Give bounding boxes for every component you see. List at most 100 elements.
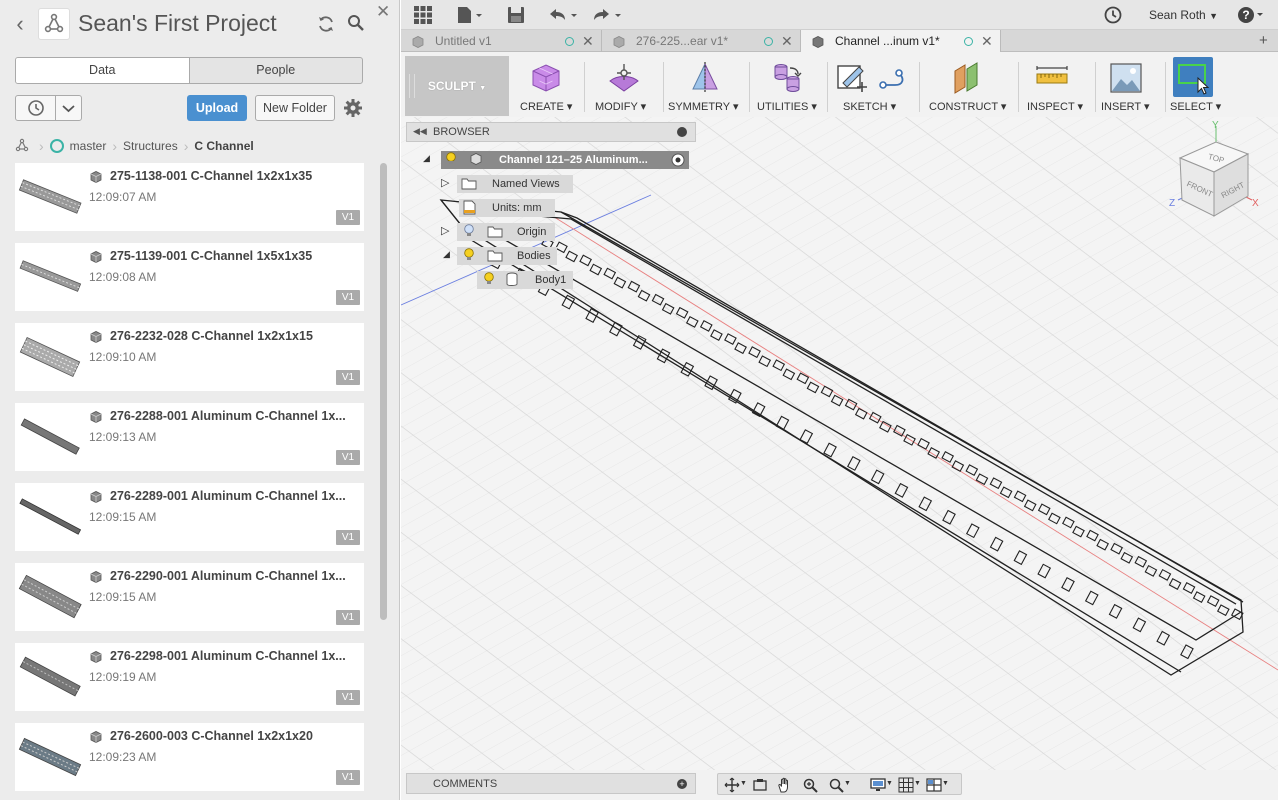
insert-menu[interactable]: INSERT ▾ <box>1099 56 1163 116</box>
breadcrumb-branch[interactable]: master <box>70 139 107 153</box>
list-item[interactable]: 275-1138-001 C-Channel 1x2x1x35 12:09:07… <box>15 163 364 231</box>
list-item[interactable]: 275-1139-001 C-Channel 1x5x1x35 12:09:08… <box>15 243 364 311</box>
version-badge: V1 <box>336 290 360 305</box>
expand-triangle-icon[interactable]: ◢ <box>443 249 450 260</box>
create-menu[interactable]: CREATE ▾ <box>517 56 577 116</box>
look-at-icon[interactable] <box>752 777 768 793</box>
chevron-down-icon[interactable] <box>56 96 81 120</box>
list-item[interactable]: 276-2290-001 Aluminum C-Channel 1x... 12… <box>15 563 364 631</box>
select-menu[interactable]: SELECT ▾ <box>1169 56 1221 116</box>
expand-triangle-icon[interactable]: ◢ <box>423 153 430 164</box>
pan-hand-icon[interactable] <box>776 777 792 793</box>
toolbar-grip[interactable] <box>409 74 415 98</box>
upload-button[interactable]: Upload <box>187 95 247 121</box>
list-item[interactable]: 276-2288-001 Aluminum C-Channel 1x... 12… <box>15 403 364 471</box>
redo-icon[interactable] <box>591 5 625 25</box>
close-panel-icon[interactable]: ✕ <box>376 2 390 22</box>
file-thumbnail <box>17 487 83 547</box>
new-folder-button[interactable]: New Folder <box>255 95 335 121</box>
tab-untitled[interactable]: Untitled v1 ✕ <box>401 30 602 52</box>
list-item[interactable]: 276-2289-001 Aluminum C-Channel 1x... 12… <box>15 483 364 551</box>
list-item[interactable]: 276-2298-001 Aluminum C-Channel 1x... 12… <box>15 643 364 711</box>
workspace-switcher[interactable]: SCULPT ▼ <box>405 56 509 116</box>
view-cube[interactable]: Y Z X TOP FRONT RIGHT <box>1166 120 1276 230</box>
inspect-menu[interactable]: INSPECT ▾ <box>1023 56 1093 116</box>
expand-triangle-icon[interactable]: ▷ <box>441 224 449 237</box>
display-settings-icon[interactable] <box>870 777 886 793</box>
zoom-icon[interactable] <box>802 777 818 793</box>
tab-people[interactable]: People <box>188 58 363 83</box>
symmetry-menu[interactable]: SYMMETRY ▾ <box>667 56 747 116</box>
browser-units[interactable]: Units: mm <box>459 199 579 217</box>
workspace: Sean Roth ▼ ? Untitled v1 ✕ 276-225...ea… <box>401 0 1278 800</box>
history-dropdown[interactable] <box>15 95 82 121</box>
breadcrumb-structures[interactable]: Structures <box>123 139 178 153</box>
toolbar-divider <box>1095 62 1096 112</box>
expand-triangle-icon[interactable]: ▷ <box>441 176 449 189</box>
help-menu[interactable]: ? <box>1237 6 1265 24</box>
minimize-browser-icon[interactable] <box>677 127 687 137</box>
visibility-bulb-icon[interactable] <box>463 248 475 265</box>
visibility-bulb-icon[interactable] <box>445 152 457 169</box>
job-status-clock-icon[interactable] <box>1103 5 1123 25</box>
browser-root-node[interactable]: ◢ Channel 121–25 Aluminum... <box>421 151 691 169</box>
zoom-window-icon[interactable] <box>828 777 844 793</box>
file-list-scrollbar[interactable] <box>380 163 387 620</box>
history-clock-icon[interactable] <box>16 96 56 120</box>
project-root-icon[interactable] <box>15 138 29 155</box>
utilities-menu[interactable]: UTILITIES ▾ <box>753 56 823 116</box>
new-tab-icon[interactable]: + <box>1259 30 1268 52</box>
document-tabs: Untitled v1 ✕ 276-225...ear v1* ✕ Channe… <box>401 30 1278 52</box>
file-menu-icon[interactable] <box>455 5 485 25</box>
back-chevron-icon[interactable]: ‹ <box>10 12 30 36</box>
search-icon[interactable] <box>347 14 365 32</box>
user-menu[interactable]: Sean Roth ▼ <box>1149 8 1218 22</box>
list-item[interactable]: 276-2600-003 C-Channel 1x2x1x20 12:09:23… <box>15 723 364 791</box>
tree-label: Body1 <box>535 274 567 286</box>
folder-icon <box>487 225 503 241</box>
axis-x-label: X <box>1252 198 1259 209</box>
chevron-down-icon[interactable]: ▼ <box>942 780 958 796</box>
orbit-icon[interactable] <box>724 777 740 793</box>
comments-panel-header[interactable]: COMMENTS + <box>406 773 696 794</box>
close-tab-icon[interactable]: ✕ <box>582 30 594 52</box>
version-badge: V1 <box>336 690 360 705</box>
chevron-down-icon[interactable]: ▼ <box>844 780 860 796</box>
tab-276-225[interactable]: 276-225...ear v1* ✕ <box>602 30 801 52</box>
toolbar-divider <box>584 62 585 112</box>
file-time: 12:09:15 AM <box>89 510 157 524</box>
undo-icon[interactable] <box>547 5 581 25</box>
visibility-bulb-icon[interactable] <box>463 224 475 241</box>
data-panel-grid-icon[interactable] <box>413 5 433 25</box>
folder-icon <box>487 249 503 265</box>
sketch-menu[interactable]: SKETCH ▾ <box>831 56 917 116</box>
refresh-icon[interactable] <box>316 14 336 34</box>
tree-label: Origin <box>517 226 547 238</box>
visibility-bulb-icon[interactable] <box>483 272 495 289</box>
grid-settings-icon[interactable] <box>898 777 914 793</box>
tab-channel-aluminum[interactable]: Channel ...inum v1* ✕ <box>801 30 1001 52</box>
collapse-browser-icon[interactable]: ◀◀ <box>413 126 427 137</box>
activate-radio-icon[interactable] <box>671 153 685 170</box>
symmetry-label: SYMMETRY ▾ <box>668 101 739 113</box>
gear-icon[interactable] <box>343 98 363 118</box>
design-file-icon <box>89 330 103 344</box>
list-item[interactable]: 276-2232-028 C-Channel 1x2x1x15 12:09:10… <box>15 323 364 391</box>
browser-body1[interactable]: Body1 <box>477 271 577 289</box>
browser-panel-header[interactable]: ◀◀ BROWSER <box>406 122 696 142</box>
viewports-icon[interactable] <box>926 777 942 793</box>
save-icon[interactable] <box>507 5 525 25</box>
close-tab-icon[interactable]: ✕ <box>781 30 793 52</box>
data-panel-header: ‹ Sean's First Project ✕ <box>0 0 400 48</box>
tab-data[interactable]: Data <box>16 58 189 83</box>
file-thumbnail <box>17 647 83 707</box>
construct-menu[interactable]: CONSTRUCT ▾ <box>923 56 1015 116</box>
add-comment-icon[interactable]: + <box>677 779 687 789</box>
modify-menu[interactable]: MODIFY ▾ <box>589 56 659 116</box>
close-tab-icon[interactable]: ✕ <box>981 30 993 52</box>
browser-origin[interactable]: ▷ Origin <box>441 223 571 241</box>
modify-icon <box>607 61 641 95</box>
toolbar-divider <box>1165 62 1166 112</box>
browser-named-views[interactable]: ▷ Named Views <box>441 175 611 193</box>
browser-bodies[interactable]: ◢ Bodies <box>441 247 571 265</box>
